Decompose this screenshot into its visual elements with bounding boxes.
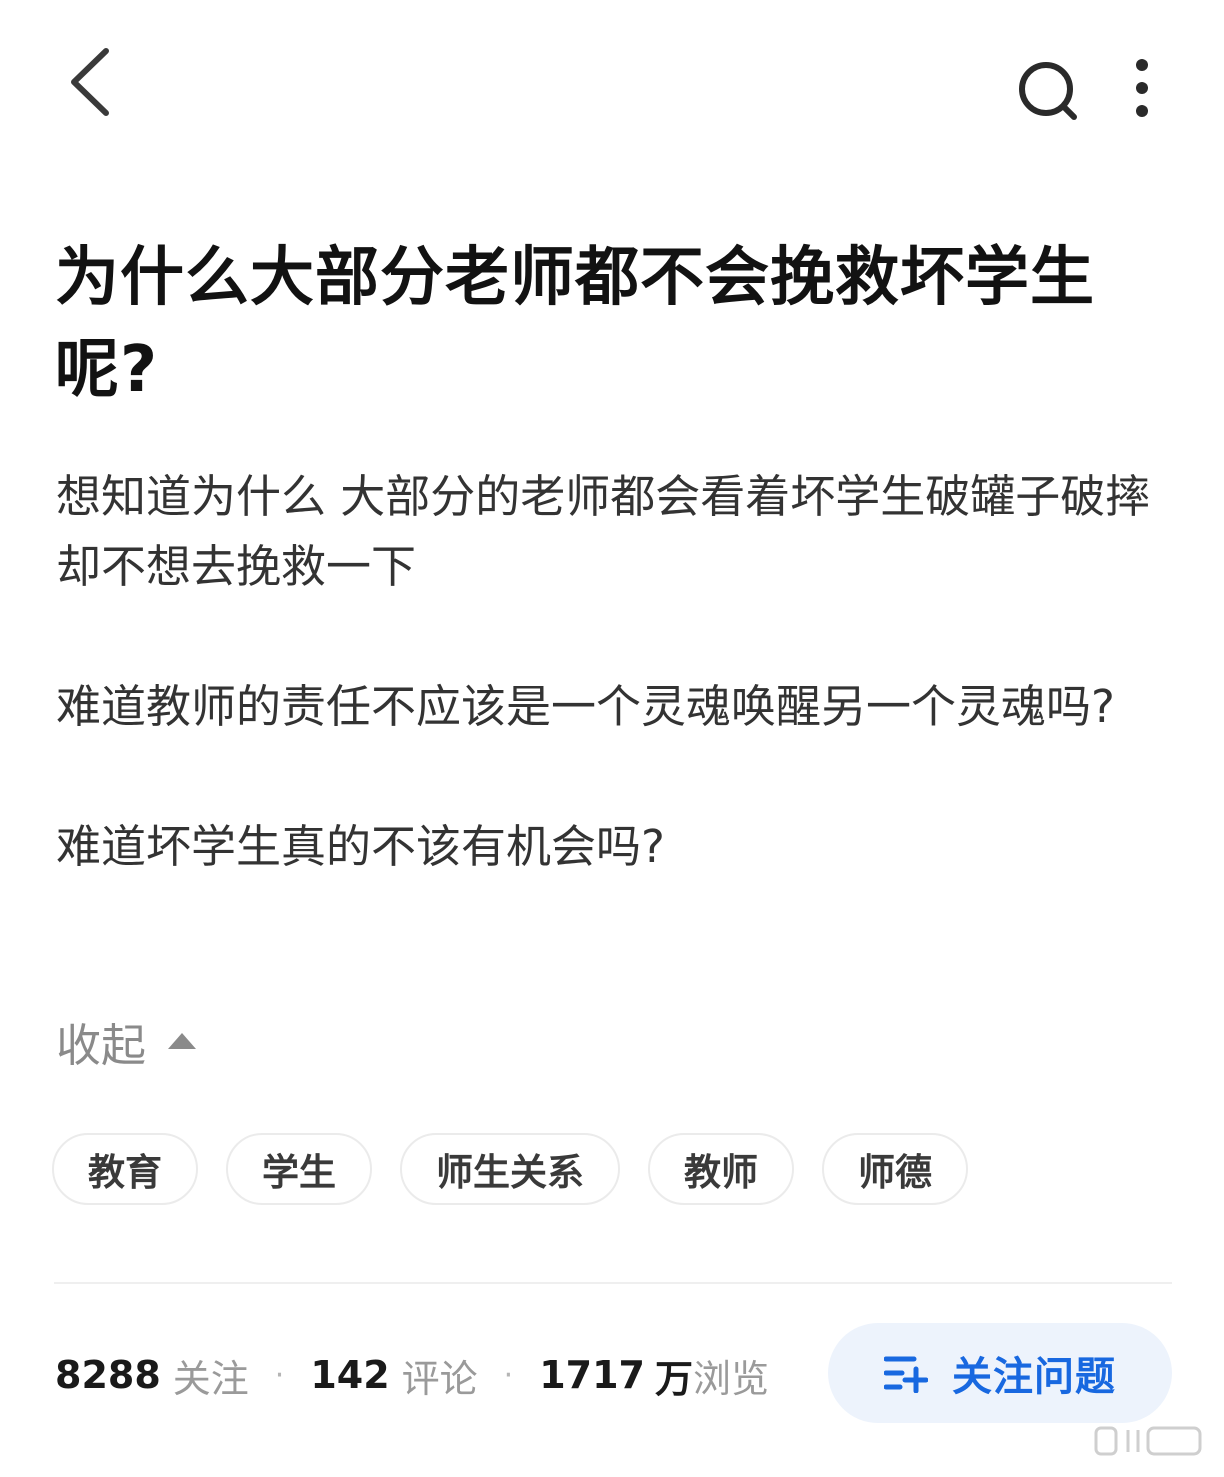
separator: · bbox=[503, 1357, 514, 1393]
divider bbox=[54, 1282, 1172, 1284]
description-paragraph: 想知道为什么 大部分的老师都会看着坏学生破罐子破摔 却不想去挽救一下 bbox=[56, 470, 1151, 593]
followers-label: 关注 bbox=[172, 1356, 249, 1401]
back-button[interactable] bbox=[62, 45, 122, 119]
follow-list-icon bbox=[884, 1356, 928, 1393]
question-page: 为什么大部分老师都不会挽救坏学生呢? 想知道为什么 大部分的老师都会看着坏学生破… bbox=[0, 0, 1224, 1477]
topic-tag[interactable]: 师德 bbox=[822, 1133, 968, 1205]
views-label: 浏览 bbox=[693, 1356, 770, 1401]
collapse-button[interactable]: 收起 bbox=[56, 1010, 197, 1072]
top-bar bbox=[0, 0, 1224, 180]
topic-tag[interactable]: 教师 bbox=[648, 1133, 794, 1205]
views-unit: 万 bbox=[654, 1356, 693, 1401]
search-icon bbox=[1019, 62, 1077, 120]
topic-tag[interactable]: 学生 bbox=[226, 1133, 372, 1205]
comments-count[interactable]: 142 bbox=[310, 1353, 389, 1397]
question-description: 想知道为什么 大部分的老师都会看着坏学生破罐子破摔 却不想去挽救一下 难道教师的… bbox=[56, 462, 1186, 882]
comments-label[interactable]: 评论 bbox=[402, 1348, 478, 1403]
description-paragraph: 难道教师的责任不应该是一个灵魂唤醒另一个灵魂吗? bbox=[56, 680, 1115, 733]
caret-up-icon bbox=[168, 1033, 197, 1049]
collapse-label: 收起 bbox=[56, 1018, 147, 1072]
follow-question-button[interactable]: 关注问题 bbox=[828, 1323, 1172, 1423]
followers-count: 8288 bbox=[55, 1353, 161, 1397]
topic-tag[interactable]: 师生关系 bbox=[400, 1133, 620, 1205]
more-vertical-icon bbox=[1136, 59, 1148, 117]
question-stats: 8288 关注 · 142 评论 · 1717 万 浏览 bbox=[55, 1345, 769, 1405]
gesture-bar-icon bbox=[1094, 1426, 1202, 1456]
separator: · bbox=[274, 1357, 285, 1393]
topic-tag[interactable]: 教育 bbox=[52, 1133, 198, 1205]
chevron-left-icon bbox=[71, 48, 109, 116]
views-count: 1717 bbox=[539, 1353, 645, 1397]
question-title: 为什么大部分老师都不会挽救坏学生呢? bbox=[55, 241, 1095, 407]
more-button[interactable] bbox=[1120, 55, 1164, 125]
follow-question-label: 关注问题 bbox=[952, 1354, 1116, 1400]
topic-tags: 教育 学生 师生关系 教师 师德 bbox=[52, 1133, 968, 1205]
search-button[interactable] bbox=[1012, 58, 1082, 124]
description-paragraph: 难道坏学生真的不该有机会吗? bbox=[56, 820, 665, 873]
